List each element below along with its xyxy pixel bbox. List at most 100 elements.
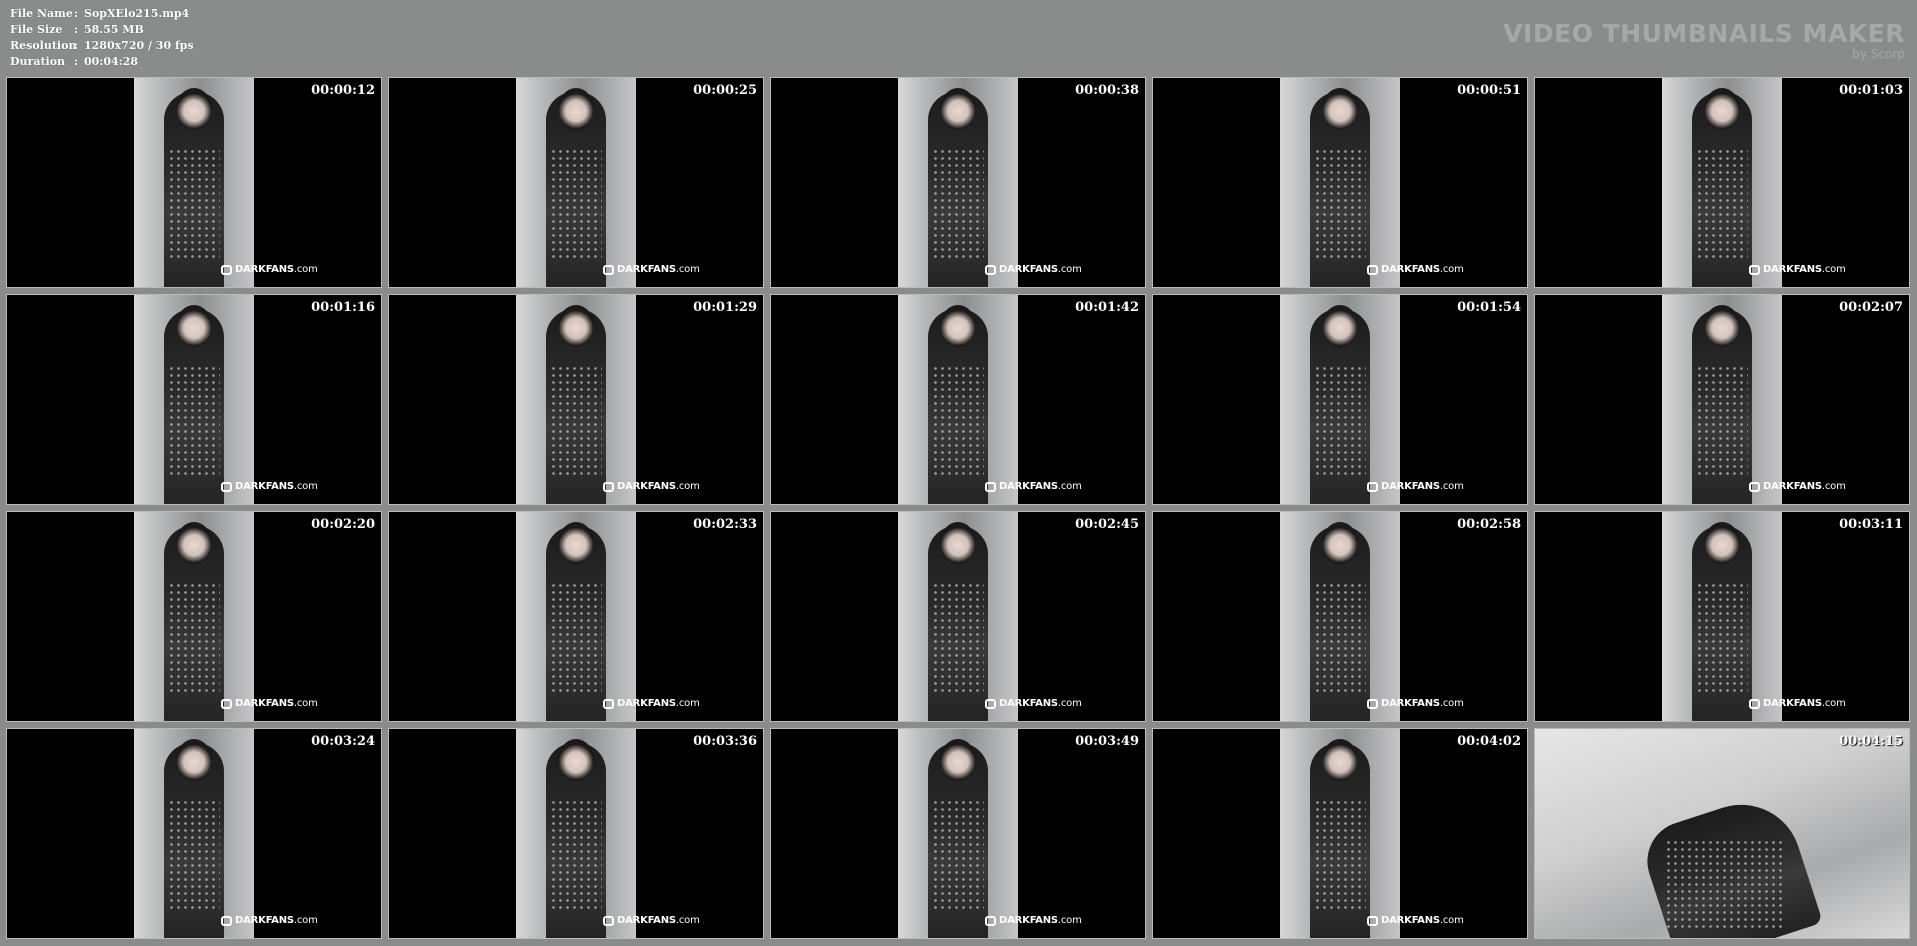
duration-label: Duration [10,55,66,68]
darkfans-watermark: DARKFANS.com [985,915,1082,926]
figure-head-shape [176,88,212,130]
darkfans-logo-icon [1749,481,1760,492]
watermark-suffix: .com [675,481,700,492]
file-name-label: File Name [10,7,73,20]
darkfans-logo-icon [221,264,232,275]
figure-head-shape [1322,522,1358,564]
thumbnail[interactable]: 00:02:07 DARKFANS.com [1534,294,1910,505]
thumbnail[interactable]: 00:03:24 DARKFANS.com [6,728,382,939]
studs-pattern [168,582,220,692]
darkfans-watermark: DARKFANS.com [221,264,318,275]
figure-head-shape [940,739,976,781]
watermark-suffix: .com [1057,264,1082,275]
darkfans-watermark: DARKFANS.com [603,264,700,275]
thumbnail[interactable]: 00:01:03 DARKFANS.com [1534,77,1910,288]
timestamp: 00:04:15 [1839,734,1903,749]
thumbnail[interactable]: 00:00:25 DARKFANS.com [388,77,764,288]
file-info-row: Resolution : 1280x720 / 30 fps [10,38,194,54]
darkfans-logo-icon [221,698,232,709]
video-frame-image [1662,295,1782,504]
studs-pattern [550,799,602,909]
watermark-suffix: .com [1821,481,1846,492]
timestamp: 00:01:03 [1839,83,1903,98]
figure-head-shape [176,739,212,781]
watermark-suffix: .com [1057,698,1082,709]
timestamp: 00:00:25 [693,83,757,98]
watermark-suffix: .com [293,481,318,492]
video-frame-image [1280,78,1400,287]
figure-head-shape [176,305,212,347]
thumbnail[interactable]: 00:02:20 DARKFANS.com [6,511,382,722]
watermark-brand: DARKFANS [235,915,294,926]
watermark-brand: DARKFANS [1763,698,1822,709]
watermark-text: DARKFANS.com [1381,481,1464,492]
video-frame-image [134,295,254,504]
video-frame-image [134,512,254,721]
timestamp: 00:00:12 [311,83,375,98]
watermark-suffix: .com [1821,698,1846,709]
thumbnail[interactable]: 00:02:58 DARKFANS.com [1152,511,1528,722]
timestamp: 00:02:20 [311,517,375,532]
thumbnail[interactable]: 00:03:49 DARKFANS.com [770,728,1146,939]
video-frame-image [898,295,1018,504]
resolution-value: 1280x720 / 30 fps [84,39,194,52]
watermark-text: DARKFANS.com [617,264,700,275]
thumbnail[interactable]: 00:02:45 DARKFANS.com [770,511,1146,722]
timestamp: 00:03:24 [311,734,375,749]
thumbnail[interactable]: 00:02:33 DARKFANS.com [388,511,764,722]
darkfans-logo-icon [221,915,232,926]
thumbnail[interactable]: 00:01:42 DARKFANS.com [770,294,1146,505]
timestamp: 00:02:07 [1839,300,1903,315]
darkfans-watermark: DARKFANS.com [985,264,1082,275]
watermark-suffix: .com [675,915,700,926]
thumbnail[interactable]: 00:01:16 DARKFANS.com [6,294,382,505]
watermark-brand: DARKFANS [999,698,1058,709]
thumbnail[interactable]: 00:03:11 DARKFANS.com [1534,511,1910,722]
timestamp: 00:03:11 [1839,517,1903,532]
darkfans-logo-icon [603,264,614,275]
figure-head-shape [940,522,976,564]
figure-head-shape [1704,522,1740,564]
figure-head-shape [558,739,594,781]
studs-pattern [932,148,984,258]
watermark-suffix: .com [675,264,700,275]
thumbnail[interactable]: 00:00:51 DARKFANS.com [1152,77,1528,288]
thumbnail[interactable]: 00:00:12 DARKFANS.com [6,77,382,288]
thumbnail[interactable]: 00:01:29 DARKFANS.com [388,294,764,505]
video-frame-image [1280,729,1400,938]
figure-head-shape [558,88,594,130]
darkfans-watermark: DARKFANS.com [221,481,318,492]
timestamp: 00:01:16 [311,300,375,315]
thumbnail[interactable]: 00:03:36 DARKFANS.com [388,728,764,939]
darkfans-logo-icon [985,915,996,926]
thumbnail[interactable]: 00:00:38 DARKFANS.com [770,77,1146,288]
watermark-suffix: .com [1439,915,1464,926]
thumbnail[interactable]: 00:04:15 [1534,728,1910,939]
watermark-suffix: .com [293,264,318,275]
watermark-suffix: .com [293,698,318,709]
figure-head-shape [1704,88,1740,130]
thumbnail[interactable]: 00:01:54 DARKFANS.com [1152,294,1528,505]
watermark-text: DARKFANS.com [1381,264,1464,275]
file-size-label: File Size [10,23,63,36]
video-frame-image [1662,512,1782,721]
darkfans-watermark: DARKFANS.com [603,915,700,926]
studs-pattern [550,365,602,475]
studs-pattern [1314,365,1366,475]
header: File Name : SopXElo215.mp4 File Size : 5… [0,0,1917,76]
figure-head-shape [176,522,212,564]
video-frame-image [898,512,1018,721]
watermark-text: DARKFANS.com [235,915,318,926]
thumbnail[interactable]: 00:04:02 DARKFANS.com [1152,728,1528,939]
timestamp: 00:01:42 [1075,300,1139,315]
watermark-brand: DARKFANS [617,915,676,926]
studs-pattern [1314,799,1366,909]
video-frame-image [1280,295,1400,504]
timestamp: 00:01:29 [693,300,757,315]
figure-head-shape [940,88,976,130]
watermark-brand: DARKFANS [235,264,294,275]
timestamp: 00:03:49 [1075,734,1139,749]
darkfans-watermark: DARKFANS.com [603,481,700,492]
watermark-text: DARKFANS.com [1763,698,1846,709]
darkfans-watermark: DARKFANS.com [603,698,700,709]
